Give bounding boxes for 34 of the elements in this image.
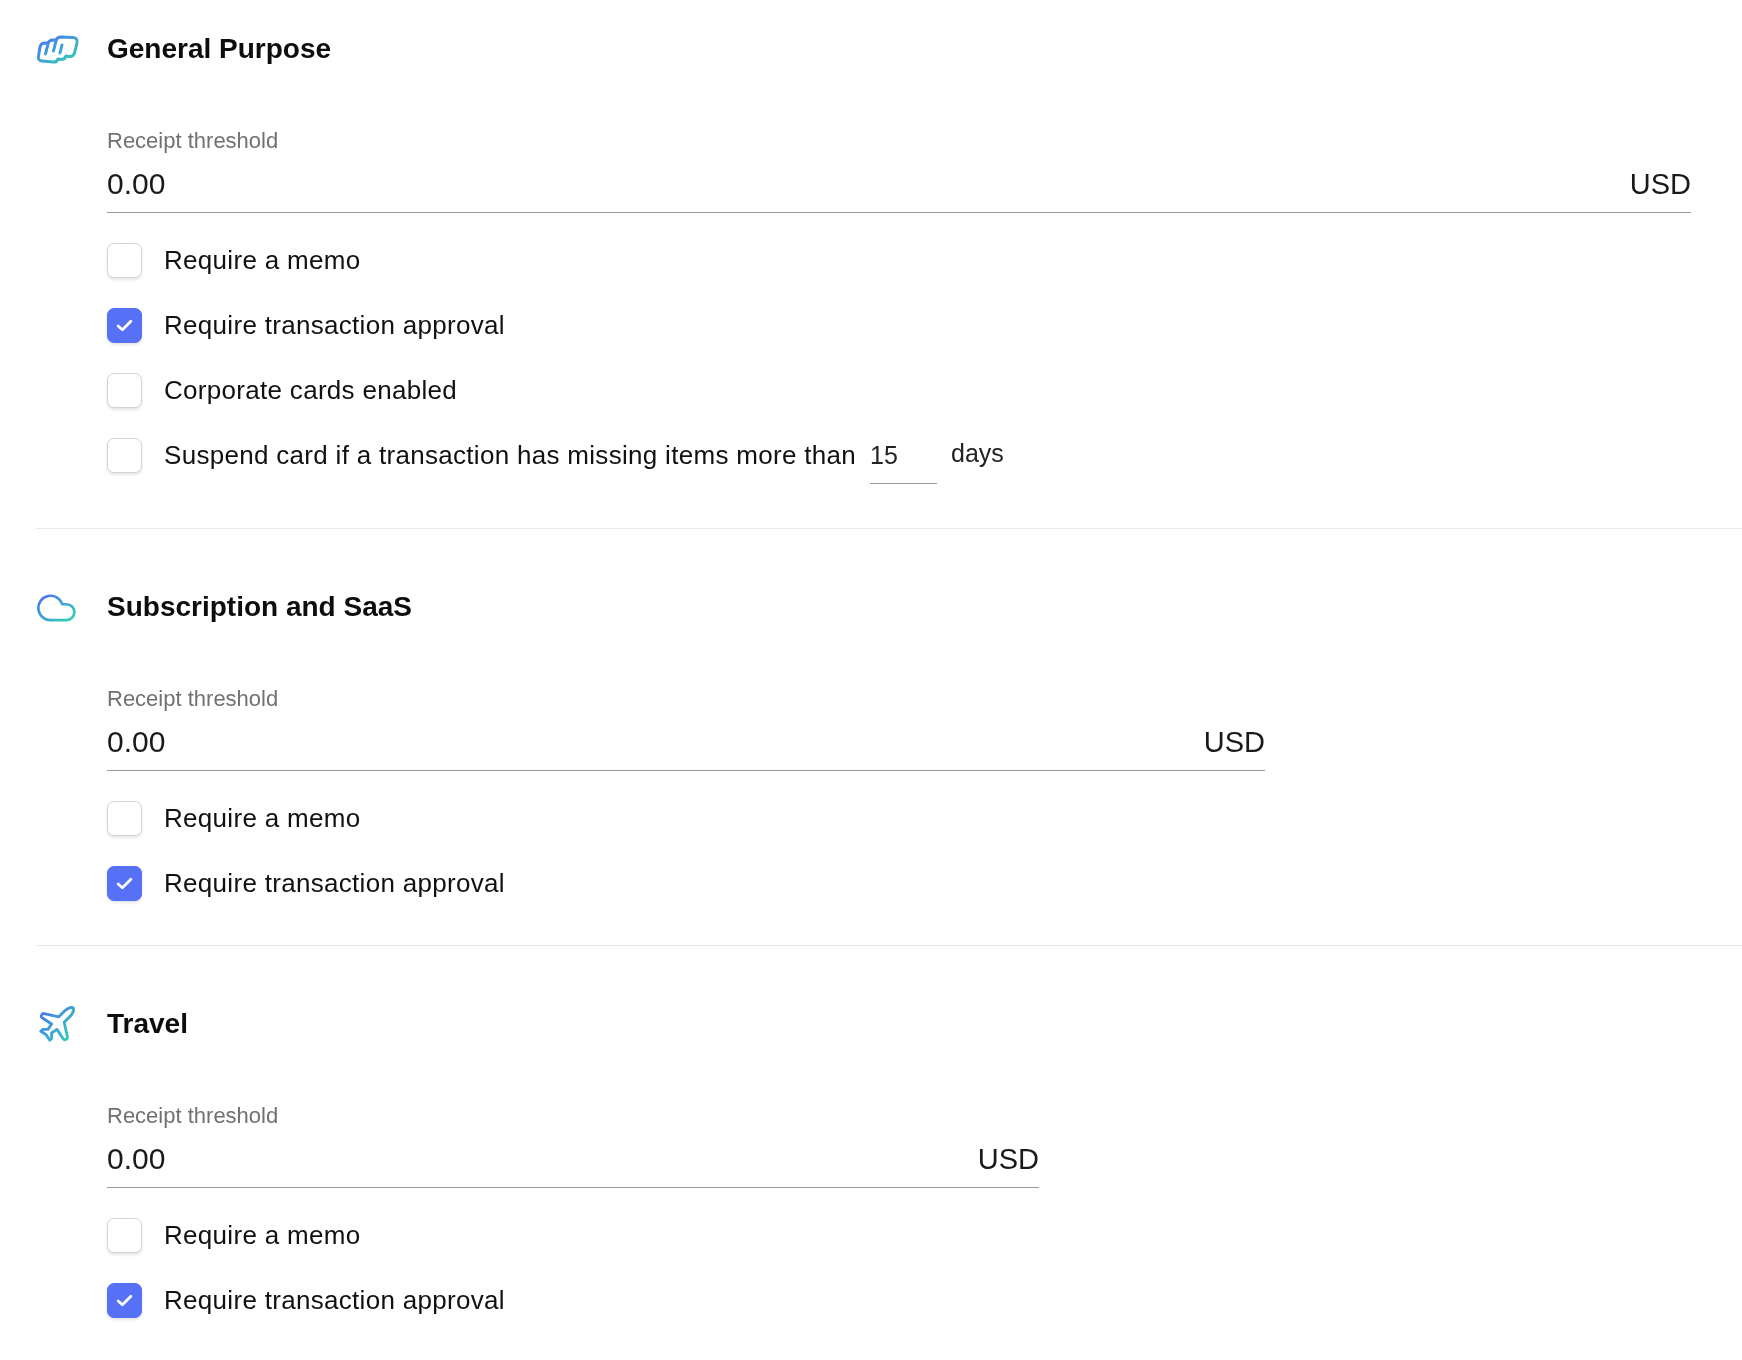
- option-label: Require a memo: [164, 1219, 361, 1252]
- amount-field[interactable]: 0.00 USD: [107, 1142, 1039, 1188]
- checkmark-icon: [116, 319, 133, 332]
- checkbox[interactable]: [107, 308, 142, 343]
- option-label: Require transaction approval: [164, 1284, 505, 1317]
- amount-field[interactable]: 0.00 USD: [107, 167, 1691, 213]
- currency-label: USD: [977, 1142, 1039, 1176]
- checkmark-icon: [116, 877, 133, 890]
- currency-label: USD: [1629, 167, 1691, 201]
- checkbox[interactable]: [107, 1283, 142, 1318]
- currency-label: USD: [1203, 725, 1265, 759]
- wave-logo-icon: [36, 33, 80, 65]
- option-label: Suspend card if a transaction has missing items more than: [164, 439, 856, 472]
- field-value: 0.00: [107, 725, 166, 759]
- option-label: Require transaction approval: [164, 867, 505, 900]
- checkbox[interactable]: [107, 866, 142, 901]
- section-title: General Purpose: [107, 32, 332, 66]
- section-title: Travel: [107, 1007, 188, 1041]
- option-label: Require transaction approval: [164, 309, 505, 342]
- cloud-icon: [37, 592, 77, 622]
- field-value: 0.00: [107, 167, 166, 201]
- option-label: Require a memo: [164, 802, 361, 835]
- field-label: Receipt threshold: [107, 1104, 279, 1128]
- field-label: Receipt threshold: [107, 687, 279, 711]
- section-title: Subscription and SaaS: [107, 590, 412, 624]
- option-label: Require a memo: [164, 244, 361, 277]
- field-label: Receipt threshold: [107, 129, 279, 153]
- amount-field[interactable]: 0.00 USD: [107, 725, 1265, 771]
- days-field[interactable]: 15: [870, 438, 937, 484]
- checkmark-icon: [116, 1294, 133, 1307]
- option-label: Corporate cards enabled: [164, 374, 458, 407]
- airplane-icon: [39, 1006, 75, 1042]
- field-value: 0.00: [107, 1142, 166, 1176]
- unit-label: days: [951, 438, 1004, 468]
